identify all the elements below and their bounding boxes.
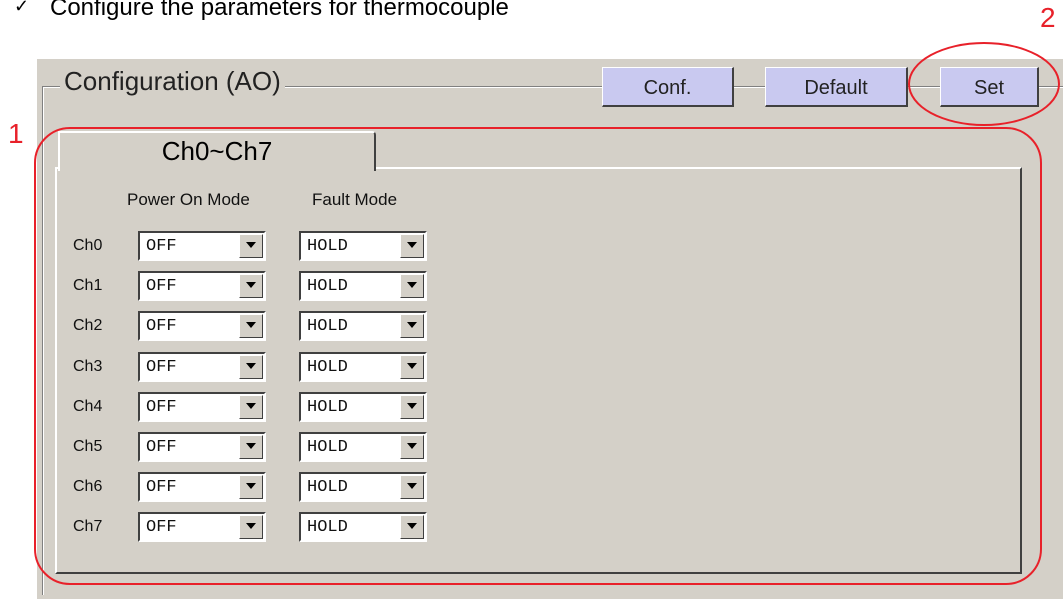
annotation-box-1 — [34, 127, 1042, 585]
annotation-marker-1: 1 — [8, 118, 24, 149]
annotation-ellipse-2 — [908, 42, 1060, 126]
instruction-text: Configure the parameters for thermocoupl… — [50, 0, 509, 21]
conf-button[interactable]: Conf. — [602, 67, 734, 107]
default-button[interactable]: Default — [765, 67, 908, 107]
instruction-caption: ✓ Configure the parameters for thermocou… — [0, 0, 700, 28]
annotation-marker-2: 2 — [1040, 2, 1056, 33]
groupbox-title: Configuration (AO) — [60, 66, 285, 97]
check-icon: ✓ — [14, 0, 30, 16]
